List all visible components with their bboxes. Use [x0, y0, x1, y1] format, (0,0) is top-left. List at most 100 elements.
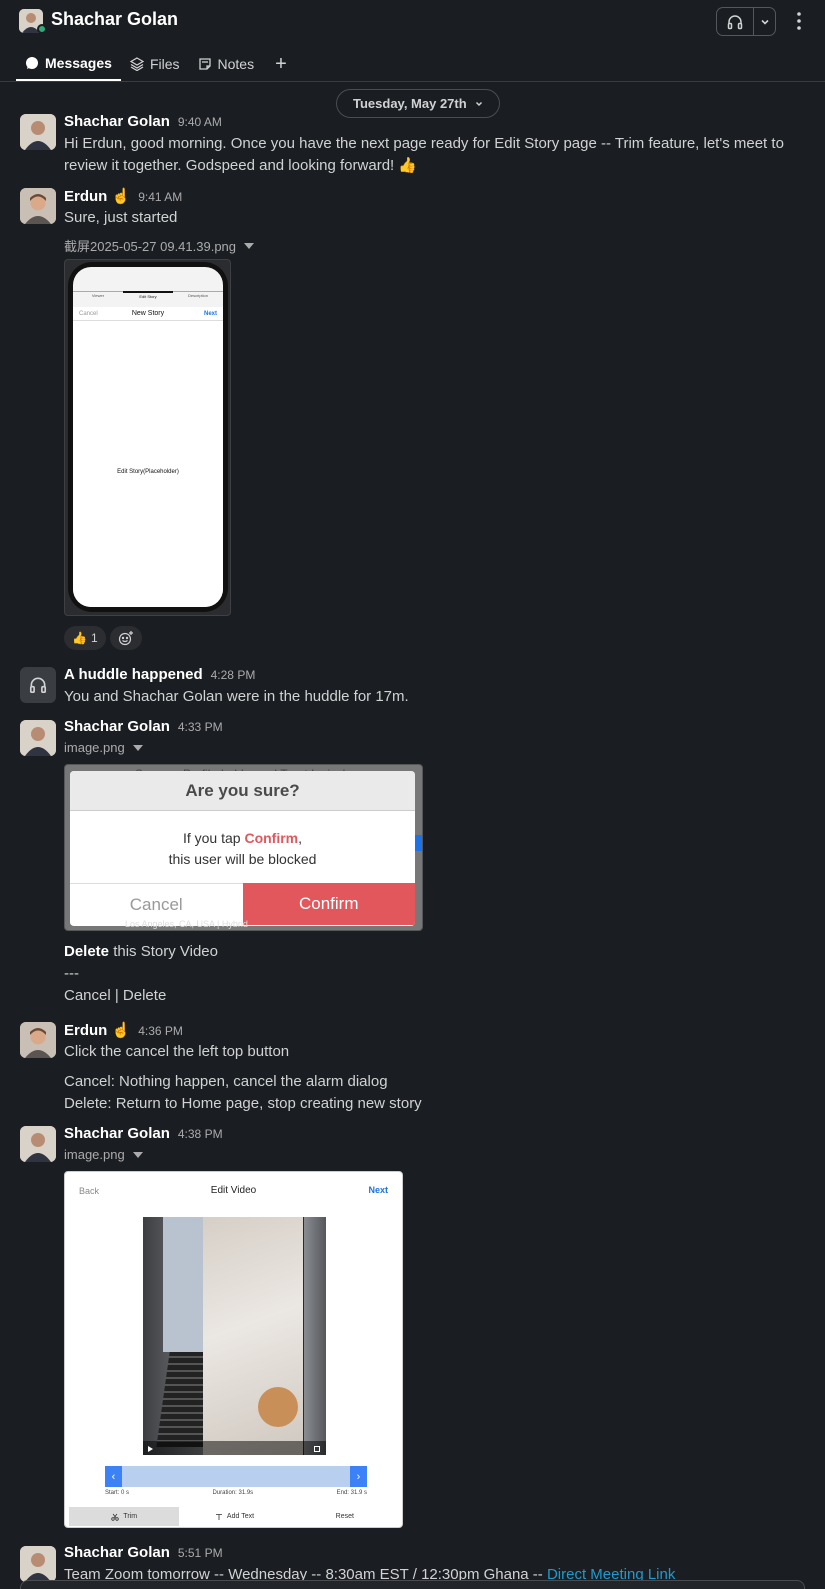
avatar[interactable]: [20, 1022, 56, 1058]
trim-slider: ‹ ›: [105, 1466, 367, 1487]
file-label: image.png: [64, 740, 125, 755]
sender-name[interactable]: Shachar Golan: [64, 1544, 170, 1561]
sender-name[interactable]: Erdun ☝️: [64, 187, 130, 205]
screenshot-attachment[interactable]: Viewer Edit Story Description Cancel New…: [64, 259, 231, 616]
message-text: Sure, just started: [64, 209, 178, 226]
message-line: Cancel: Nothing happen, cancel the alarm…: [64, 1073, 388, 1090]
tab-messages[interactable]: Messages: [16, 46, 121, 81]
tab-label: Files: [149, 55, 180, 72]
reaction-count: 1: [90, 631, 98, 645]
message-text: You and Shachar Golan were in the huddle…: [64, 688, 409, 705]
timestamp[interactable]: 5:51 PM: [178, 1546, 223, 1560]
ev-next: Next: [368, 1185, 388, 1195]
timestamp[interactable]: 9:40 AM: [178, 115, 222, 129]
add-reaction-button[interactable]: [109, 626, 142, 650]
presence-indicator: [37, 24, 47, 34]
tab-files[interactable]: Files: [121, 46, 189, 81]
ev-add-text-label: Add Text: [226, 1513, 255, 1520]
sender-name[interactable]: Shachar Golan: [64, 718, 170, 735]
message-line: review it together. Godspeed and looking…: [64, 157, 418, 174]
chevron-down-icon[interactable]: [753, 8, 775, 35]
timestamp[interactable]: 4:36 PM: [138, 1024, 183, 1038]
reaction-thumbs-up[interactable]: 👍 1: [64, 626, 106, 650]
message-text: Cancel: Nothing happen, cancel the alarm…: [64, 1071, 422, 1115]
message-text: Delete this Story Video --- Cancel | Del…: [64, 941, 218, 1007]
sender-name[interactable]: Shachar Golan: [64, 1125, 170, 1142]
reactions: 👍 1: [64, 626, 142, 650]
dialog-body-prefix: If you tap: [182, 830, 245, 846]
edit-video-screenshot-attachment[interactable]: Back Edit Video Next ‹ › Start: 0 s Dura…: [64, 1171, 403, 1528]
message-composer[interactable]: [20, 1580, 805, 1589]
message-header: Erdun ☝️ 4:36 PM: [64, 1021, 183, 1039]
phone-frame: Viewer Edit Story Description Cancel New…: [68, 262, 228, 612]
add-emoji-icon: [118, 631, 133, 646]
dialog-confirm: Confirm: [242, 883, 415, 925]
message-header: Shachar Golan 4:33 PM: [64, 718, 223, 735]
caret-down-icon[interactable]: [244, 242, 255, 249]
caret-down-icon[interactable]: [132, 744, 143, 751]
timestamp[interactable]: 4:38 PM: [178, 1127, 223, 1141]
ev-reset-label: Reset: [335, 1513, 354, 1520]
message-line: ---: [64, 965, 79, 982]
file-name[interactable]: image.png: [64, 740, 143, 755]
dialog-screenshot-attachment[interactable]: Sponsor Profile-hobbs and Trout Lyrical …: [64, 764, 423, 931]
ev-reset-tab: Reset: [290, 1507, 400, 1526]
headphones-icon[interactable]: [717, 8, 753, 35]
layers-icon: [129, 56, 144, 71]
message-header: Erdun ☝️ 9:41 AM: [64, 187, 182, 205]
date-divider[interactable]: Tuesday, May 27th: [336, 89, 500, 118]
message-line: Cancel | Delete: [64, 987, 167, 1004]
dialog-body-line2: this user will be blocked: [168, 851, 317, 867]
add-tab-button[interactable]: +: [263, 46, 299, 82]
page-title[interactable]: Shachar Golan: [51, 9, 178, 30]
ev-trim-tab: Trim: [69, 1507, 180, 1526]
timestamp[interactable]: 9:41 AM: [138, 190, 182, 204]
avatar[interactable]: [20, 188, 56, 224]
phone-tab: Viewer: [73, 291, 123, 299]
huddle-button[interactable]: [716, 7, 776, 36]
tab-bar: Messages Files Notes +: [16, 46, 299, 82]
dialog-body: If you tap Confirm, this user will be bl…: [70, 811, 415, 883]
alert-dialog: Are you sure? If you tap Confirm, this u…: [70, 771, 415, 926]
huddle-title[interactable]: A huddle happened: [64, 666, 203, 683]
text-icon: [215, 1513, 222, 1520]
file-name[interactable]: 截屏2025-05-27 09.41.39.png: [64, 236, 255, 255]
background-footer: Los Angeles, CA, USA | Hybrid: [125, 919, 248, 929]
message-line: Delete: Return to Home page, stop creati…: [64, 1095, 422, 1112]
thumbs-up-icon: 👍: [72, 631, 87, 645]
phone-tab: Description: [173, 291, 223, 299]
date-label: Tuesday, May 27th: [353, 96, 467, 111]
video-controls: [143, 1441, 326, 1455]
message-text: Click the cancel the left top button: [64, 1043, 290, 1060]
phone-placeholder: Edit Story(Placeholder): [117, 469, 179, 475]
timestamp[interactable]: 4:28 PM: [211, 668, 256, 682]
avatar[interactable]: [20, 1546, 56, 1582]
message-header: A huddle happened 4:28 PM: [64, 666, 255, 683]
timestamp[interactable]: 4:33 PM: [178, 720, 223, 734]
chevron-down-icon: [475, 101, 482, 106]
more-options-icon[interactable]: [789, 9, 809, 33]
trim-labels: Start: 0 s Duration: 31.9s End: 31.9 s: [105, 1490, 367, 1496]
tab-notes[interactable]: Notes: [189, 46, 264, 81]
dialog-title: Are you sure?: [70, 771, 415, 811]
file-label: 截屏2025-05-27 09.41.39.png: [64, 239, 237, 254]
phone-tab: Edit Story: [123, 291, 173, 299]
sender-name[interactable]: Shachar Golan: [64, 113, 170, 130]
play-icon: [148, 1446, 153, 1452]
dialog-body-suffix: ,: [298, 830, 303, 846]
headphones-icon: [29, 677, 47, 694]
file-name[interactable]: image.png: [64, 1147, 143, 1162]
caret-down-icon[interactable]: [132, 1151, 143, 1158]
ev-title: Edit Video: [210, 1185, 257, 1196]
channel-header: Shachar Golan Messages Files Notes +: [0, 0, 825, 82]
note-icon: [198, 57, 211, 70]
avatar[interactable]: [20, 1126, 56, 1162]
tab-label: Notes: [217, 55, 255, 72]
avatar[interactable]: [20, 720, 56, 756]
message-header: Shachar Golan 4:38 PM: [64, 1125, 223, 1142]
bold-word: Delete: [64, 943, 110, 960]
dialog-body-emph: Confirm: [244, 830, 299, 846]
avatar[interactable]: [20, 114, 56, 150]
phone-tabs: Viewer Edit Story Description: [73, 291, 223, 299]
sender-name[interactable]: Erdun ☝️: [64, 1021, 130, 1039]
